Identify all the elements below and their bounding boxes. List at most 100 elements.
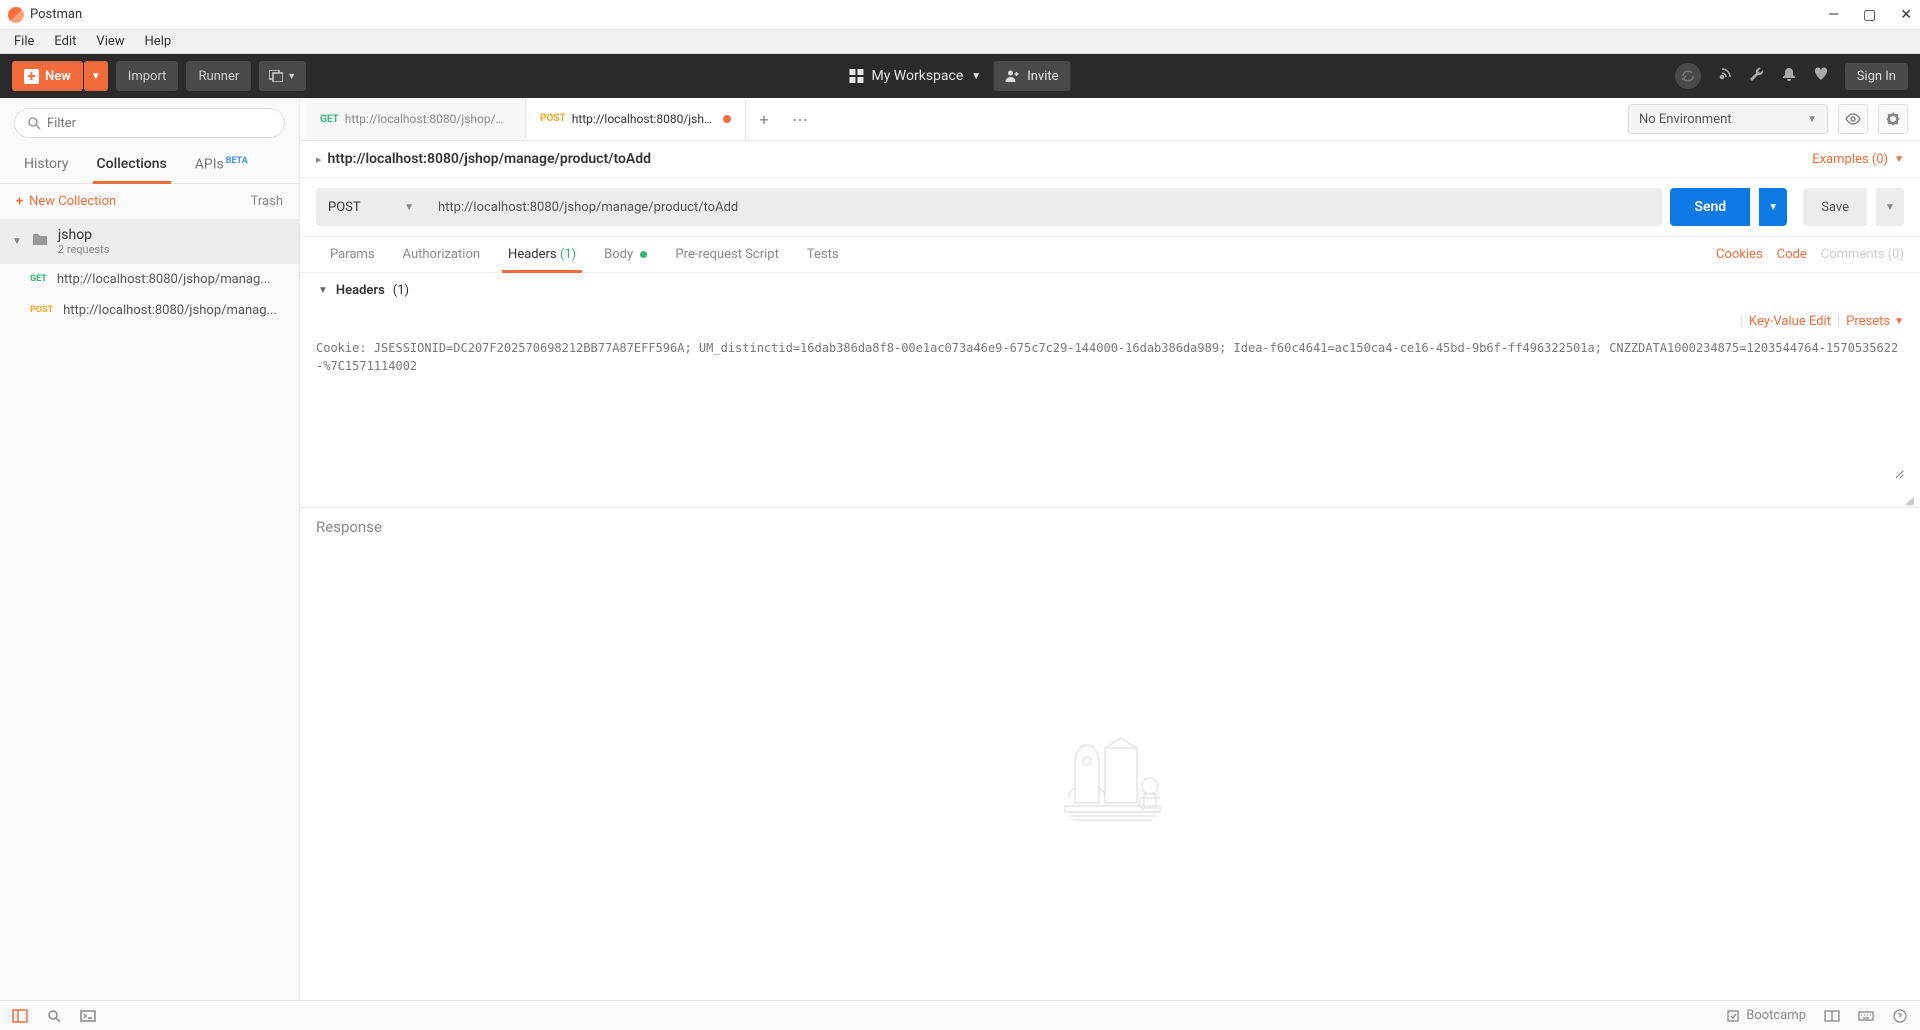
save-button[interactable]: Save: [1803, 188, 1867, 226]
request-subtabs: Params Authorization Headers (1) Body Pr…: [300, 237, 1920, 273]
chevron-down-icon: ▼: [404, 202, 414, 213]
send-dropdown[interactable]: ▼: [1759, 188, 1787, 226]
bootcamp-icon: [1726, 1009, 1740, 1023]
open-new-dropdown[interactable]: ▼: [259, 61, 306, 91]
method-label: POST: [328, 200, 361, 215]
add-tab-button[interactable]: +: [746, 99, 782, 139]
menu-edit[interactable]: Edit: [46, 32, 84, 51]
subtab-body[interactable]: Body: [590, 237, 661, 272]
subtab-headers[interactable]: Headers (1): [494, 237, 590, 272]
code-link[interactable]: Code: [1777, 247, 1807, 262]
kv-edit-link[interactable]: Key-Value Edit: [1749, 314, 1831, 329]
url-row: POST ▼ http://localhost:8080/jshop/manag…: [300, 178, 1920, 237]
subtab-body-label: Body: [604, 247, 633, 262]
toolbar-center: My Workspace ▼ Invite: [849, 61, 1070, 91]
workspace-switcher[interactable]: My Workspace ▼: [849, 68, 981, 84]
environment-preview-button[interactable]: [1838, 104, 1868, 134]
signin-button[interactable]: Sign In: [1845, 63, 1908, 90]
main-area: History Collections APIsBETA + New Colle…: [0, 98, 1920, 1000]
subtabs-right-links: Cookies Code Comments (0): [1716, 247, 1904, 262]
subtab-prerequest[interactable]: Pre-request Script: [661, 237, 792, 272]
request-tab[interactable]: GET http://localhost:8080/jshop/m...: [306, 99, 526, 139]
comments-link[interactable]: Comments (0): [1821, 247, 1904, 262]
toolbar-right: Sign In: [1675, 63, 1908, 90]
request-title[interactable]: http://localhost:8080/jshop/manage/produ…: [328, 151, 652, 167]
new-dropdown[interactable]: ▼: [84, 61, 108, 91]
environment-label: No Environment: [1639, 112, 1732, 127]
beta-badge: BETA: [226, 156, 248, 166]
minimize-icon[interactable]: —: [1828, 7, 1839, 23]
new-button-label: New: [45, 69, 71, 84]
url-value: http://localhost:8080/jshop/manage/produ…: [438, 200, 738, 215]
subtab-params[interactable]: Params: [316, 237, 389, 272]
resize-handle[interactable]: ◢: [300, 493, 1920, 508]
import-button[interactable]: Import: [116, 61, 179, 91]
heart-icon[interactable]: [1813, 66, 1829, 86]
url-input[interactable]: http://localhost:8080/jshop/manage/produ…: [426, 188, 1662, 226]
layout-icon[interactable]: [1824, 1010, 1840, 1022]
trash-link[interactable]: Trash: [251, 194, 283, 209]
tab-apis[interactable]: APIsBETA: [181, 148, 262, 183]
filter-box[interactable]: [14, 108, 285, 138]
caret-right-icon[interactable]: ▸: [316, 153, 322, 166]
collection-row[interactable]: ▼ jshop 2 requests: [0, 219, 299, 264]
maximize-icon[interactable]: ▢: [1863, 7, 1876, 23]
headers-section-label: Headers: [336, 283, 385, 298]
new-collection-link[interactable]: New Collection: [29, 194, 116, 209]
postman-logo-icon: [8, 7, 24, 23]
environment-select[interactable]: No Environment ▼: [1628, 104, 1828, 134]
new-button[interactable]: + New: [12, 61, 83, 91]
sidebar-toggle-icon[interactable]: [12, 1009, 28, 1023]
method-badge-post: POST: [30, 305, 53, 315]
method-select[interactable]: POST ▼: [316, 188, 426, 226]
main-toolbar: + New ▼ Import Runner ▼ My Workspace ▼ I…: [0, 54, 1920, 98]
tab-collections[interactable]: Collections: [83, 148, 181, 183]
cookies-link[interactable]: Cookies: [1716, 247, 1763, 262]
method-badge-post: POST: [540, 113, 566, 124]
save-dropdown[interactable]: ▼: [1876, 188, 1904, 226]
subtab-tests[interactable]: Tests: [793, 237, 853, 272]
find-icon[interactable]: [46, 1009, 62, 1023]
presets-label: Presets: [1846, 314, 1890, 329]
empty-response-illustration: [1045, 718, 1175, 828]
examples-dropdown[interactable]: Examples (0) ▼: [1812, 152, 1904, 167]
chevron-down-icon: ▼: [1894, 154, 1904, 165]
tab-history[interactable]: History: [10, 148, 83, 183]
settings-button[interactable]: [1878, 104, 1908, 134]
invite-button[interactable]: Invite: [993, 61, 1070, 91]
request-tab-active[interactable]: POST http://localhost:8080/jshop/m...: [526, 100, 746, 140]
filter-input[interactable]: [47, 116, 272, 131]
help-icon[interactable]: [1892, 1009, 1908, 1023]
menu-help[interactable]: Help: [137, 32, 180, 51]
headers-section-head[interactable]: ▼ Headers (1): [300, 273, 1920, 308]
send-button[interactable]: Send: [1670, 188, 1750, 226]
headers-count: (1): [560, 247, 576, 262]
tab-overflow-button[interactable]: ⋯: [782, 99, 818, 139]
subtab-authorization[interactable]: Authorization: [389, 237, 495, 272]
presets-dropdown[interactable]: Presets ▼: [1846, 314, 1904, 329]
collection-name: jshop: [58, 227, 109, 243]
body-indicator-icon: [640, 251, 647, 258]
menu-view[interactable]: View: [88, 32, 132, 51]
satellite-icon[interactable]: [1717, 66, 1733, 86]
request-name: http://localhost:8080/jshop/manag...: [63, 303, 287, 318]
collection-body: jshop 2 requests: [58, 227, 109, 256]
menu-file[interactable]: File: [6, 32, 42, 51]
wrench-icon[interactable]: [1749, 66, 1765, 86]
chevron-down-icon: ▼: [318, 285, 328, 296]
keyboard-icon[interactable]: [1858, 1010, 1874, 1022]
kv-bar: | Key-Value Edit | Presets ▼: [300, 308, 1920, 335]
console-icon[interactable]: [80, 1010, 96, 1022]
runner-button[interactable]: Runner: [186, 61, 251, 91]
headers-bulk-textarea[interactable]: [316, 339, 1904, 479]
workspace-label: My Workspace: [871, 68, 963, 84]
chevron-down-icon: ▼: [12, 236, 22, 247]
close-icon[interactable]: ✕: [1900, 7, 1912, 23]
sidebar-request-item[interactable]: GET http://localhost:8080/jshop/manag...: [0, 264, 299, 295]
sync-icon[interactable]: [1675, 63, 1701, 89]
chevron-down-icon: ▼: [1807, 114, 1817, 125]
bell-icon[interactable]: [1781, 66, 1797, 86]
sidebar-request-item[interactable]: POST http://localhost:8080/jshop/manag..…: [0, 295, 299, 326]
method-badge-get: GET: [30, 274, 47, 284]
bootcamp-link[interactable]: Bootcamp: [1726, 1008, 1806, 1023]
